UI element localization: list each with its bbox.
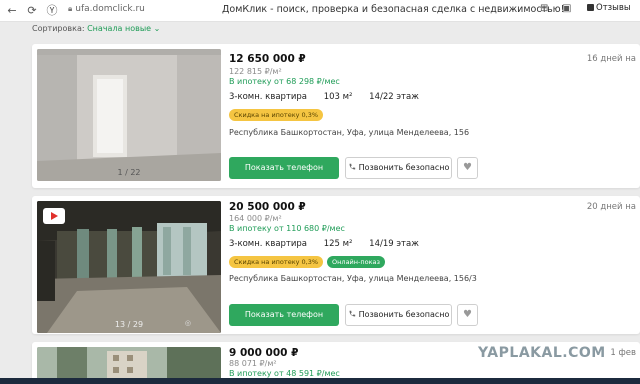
call-safe-button[interactable]: Позвонить безопасно xyxy=(345,304,452,326)
browser-toolbar: ← ⟳ Ⓨ 🔒︎ ufa.domclick.ru ДомКлик - поиск,… xyxy=(0,0,640,22)
rooms: 3-комн. квартира xyxy=(229,239,308,249)
floor: 14/19 этаж xyxy=(369,239,419,249)
badges: Скидка на ипотеку 0,3% xyxy=(229,109,324,121)
sort-value[interactable]: Сначала новые xyxy=(87,24,151,33)
yandex-icon[interactable]: Ⓨ xyxy=(44,3,60,19)
sort-label: Сортировка: xyxy=(32,24,85,33)
listing-card[interactable]: 1 / 22 12 650 000 ₽ 122 815 ₽/м² В ипоте… xyxy=(32,44,640,188)
online-showing-badge: Онлайн-показ xyxy=(327,256,385,268)
listing-date: 20 дней на xyxy=(586,202,636,212)
phone-shield-icon xyxy=(349,163,355,170)
photo-counter: 1 / 22 xyxy=(117,168,141,177)
show-phone-button[interactable]: Показать телефон xyxy=(229,304,339,326)
site-watermark: YAPLAKAL.COM xyxy=(478,345,606,361)
rooms: 3-комн. квартира xyxy=(229,92,308,102)
listing-photo[interactable]: ◎ 13 / 29 xyxy=(37,201,221,333)
mortgage-payment[interactable]: В ипотеку от 68 298 ₽/мес xyxy=(229,77,340,86)
listing-price: 12 650 000 ₽ xyxy=(229,53,306,65)
feedback-label: Отзывы xyxy=(596,3,631,13)
listing-price: 20 500 000 ₽ xyxy=(229,201,306,213)
listing-address: Республика Башкортостан, Уфа, улица Менд… xyxy=(229,128,470,137)
mortgage-discount-badge: Скидка на ипотеку 0,3% xyxy=(229,256,324,268)
address-bar[interactable]: 🔒︎ ufa.domclick.ru xyxy=(68,4,145,14)
sort-control[interactable]: Сортировка: Сначала новые ⌄ xyxy=(32,24,160,33)
mortgage-payment[interactable]: В ипотеку от 110 680 ₽/мес xyxy=(229,224,345,233)
reload-icon[interactable]: ⟳ xyxy=(24,3,40,19)
listing-address: Республика Башкортостан, Уфа, улица Менд… xyxy=(229,274,477,283)
call-safe-label: Позвонить безопасно xyxy=(358,310,450,319)
reader-icon[interactable]: ▣ xyxy=(562,3,571,14)
floor: 14/22 этаж xyxy=(369,92,419,102)
apartment-photo-image xyxy=(37,49,221,181)
badges: Скидка на ипотеку 0,3% Онлайн-показ xyxy=(229,256,385,268)
call-safe-label: Позвонить безопасно xyxy=(358,163,450,172)
video-play-icon[interactable] xyxy=(43,208,65,224)
phone-shield-icon xyxy=(349,310,355,317)
page-title: ДомКлик - поиск, проверка и безопасная с… xyxy=(222,4,565,15)
feedback-button[interactable]: Отзывы xyxy=(587,3,631,13)
lock-icon: 🔒︎ xyxy=(68,4,73,13)
photo-counter: 13 / 29 xyxy=(114,320,144,329)
mortgage-payment[interactable]: В ипотеку от 48 591 ₽/мес xyxy=(229,369,340,378)
mortgage-discount-badge: Скидка на ипотеку 0,3% xyxy=(229,109,324,121)
heart-icon: ♥ xyxy=(463,309,472,320)
price-per-m2: 122 815 ₽/м² xyxy=(229,67,282,76)
price-per-m2: 88 071 ₽/м² xyxy=(229,359,277,368)
listing-date: 1 фев xyxy=(610,348,636,358)
area: 125 м² xyxy=(323,239,353,249)
favorite-button[interactable]: ♥ xyxy=(457,304,478,326)
listing-photo[interactable]: 1 / 22 xyxy=(37,49,221,181)
show-phone-button[interactable]: Показать телефон xyxy=(229,157,339,179)
os-taskbar xyxy=(0,378,640,384)
listing-price: 9 000 000 ₽ xyxy=(229,347,299,359)
url-text: ufa.domclick.ru xyxy=(75,4,145,14)
bookmark-icon[interactable]: ⊞ xyxy=(540,3,548,14)
area: 103 м² xyxy=(323,92,353,102)
chevron-down-icon: ⌄ xyxy=(153,24,161,33)
listing-specs: 3-комн. квартира 125 м² 14/19 этаж xyxy=(229,239,433,249)
feedback-icon xyxy=(587,4,594,11)
price-per-m2: 164 000 ₽/м² xyxy=(229,214,282,223)
back-icon[interactable]: ← xyxy=(4,3,20,19)
heart-icon: ♥ xyxy=(463,162,472,173)
call-safe-button[interactable]: Позвонить безопасно xyxy=(345,157,452,179)
listing-specs: 3-комн. квартира 103 м² 14/22 этаж xyxy=(229,92,433,102)
listing-card[interactable]: ◎ 13 / 29 20 500 000 ₽ 164 000 ₽/м² В ип… xyxy=(32,196,640,334)
favorite-button[interactable]: ♥ xyxy=(457,157,478,179)
listing-date: 16 дней на xyxy=(586,54,636,64)
